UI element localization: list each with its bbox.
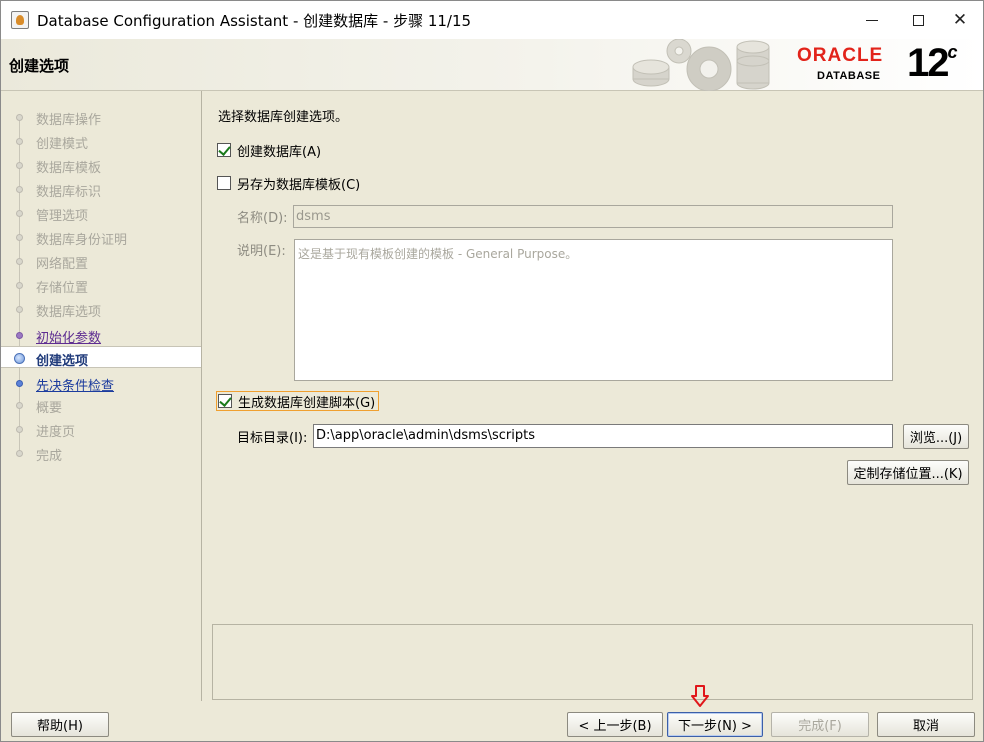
step-item-prereq-checks[interactable]: 先决条件检查 bbox=[1, 372, 201, 394]
step-item: 存储位置 bbox=[1, 274, 201, 296]
step-item: 数据库标识 bbox=[1, 178, 201, 200]
step-dot-icon bbox=[16, 234, 23, 241]
browse-button[interactable]: 浏览...(J) bbox=[903, 424, 969, 449]
step-item: 数据库身份证明 bbox=[1, 226, 201, 248]
step-item: 数据库操作 bbox=[1, 106, 201, 128]
gears-database-icon bbox=[632, 39, 770, 91]
down-arrow-icon bbox=[691, 685, 709, 707]
step-dot-icon bbox=[16, 402, 23, 409]
header-banner: 创建选项 ORACLE DATABASE 12c bbox=[1, 39, 983, 91]
custom-storage-button[interactable]: 定制存储位置...(K) bbox=[847, 460, 969, 485]
step-label: 存储位置 bbox=[36, 281, 89, 296]
create-database-option[interactable]: 创建数据库(A) bbox=[217, 140, 321, 160]
step-item: 管理选项 bbox=[1, 202, 201, 224]
step-label[interactable]: 先决条件检查 bbox=[36, 375, 114, 394]
close-button[interactable]: ✕ bbox=[937, 1, 983, 39]
generate-scripts-label: 生成数据库创建脚本(G) bbox=[238, 395, 376, 411]
step-item: 进度页 bbox=[1, 418, 201, 440]
template-description-field: 这是基于现有模板创建的模板 - General Purpose。 bbox=[294, 239, 893, 381]
version-number: 12 bbox=[907, 41, 949, 85]
step-label: 数据库选项 bbox=[36, 305, 102, 320]
step-item: 完成 bbox=[1, 442, 201, 464]
save-template-option[interactable]: 另存为数据库模板(C) bbox=[217, 173, 360, 193]
step-label: 创建选项 bbox=[36, 354, 89, 369]
step-dot-icon bbox=[16, 380, 23, 387]
save-template-checkbox[interactable] bbox=[217, 176, 231, 190]
step-label: 进度页 bbox=[36, 425, 76, 440]
target-directory-field[interactable]: D:\app\oracle\admin\dsms\scripts bbox=[313, 424, 893, 448]
page-title: 创建选项 bbox=[9, 57, 70, 75]
close-icon: ✕ bbox=[952, 10, 968, 30]
oracle-logo: ORACLE DATABASE bbox=[797, 45, 907, 85]
save-template-label: 另存为数据库模板(C) bbox=[237, 177, 361, 193]
minimize-button[interactable] bbox=[849, 1, 895, 39]
step-dot-icon bbox=[16, 162, 23, 169]
step-dot-icon bbox=[16, 306, 23, 313]
version-suffix: c bbox=[947, 41, 958, 62]
maximize-button[interactable] bbox=[895, 1, 941, 39]
create-database-checkbox[interactable] bbox=[217, 143, 231, 157]
step-label: 完成 bbox=[36, 449, 63, 464]
help-button[interactable]: 帮助(H) bbox=[11, 712, 109, 737]
back-button[interactable]: < 上一步(B) bbox=[567, 712, 663, 737]
step-label: 管理选项 bbox=[36, 209, 89, 224]
create-database-label: 创建数据库(A) bbox=[237, 144, 322, 160]
template-name-field: dsms bbox=[293, 205, 893, 228]
step-dot-icon bbox=[16, 450, 23, 457]
template-description-label: 说明(E): bbox=[237, 244, 286, 259]
footer-bar: 帮助(H) < 上一步(B) 下一步(N) > 完成(F) 取消 bbox=[1, 701, 983, 741]
step-item: 网络配置 bbox=[1, 250, 201, 272]
generate-scripts-checkbox[interactable] bbox=[218, 394, 232, 408]
step-label[interactable]: 初始化参数 bbox=[36, 327, 101, 346]
steps-panel: 数据库操作 创建模式 数据库模板 数据库标识 管理选项 数据库身份证明 网络配置… bbox=[1, 91, 202, 701]
title-bar: Database Configuration Assistant - 创建数据库… bbox=[1, 1, 983, 39]
step-label: 网络配置 bbox=[36, 257, 89, 272]
step-dot-icon bbox=[16, 258, 23, 265]
current-step-icon bbox=[14, 353, 25, 364]
java-cup-icon bbox=[11, 11, 29, 29]
step-item: 数据库选项 bbox=[1, 298, 201, 320]
step-item: 创建模式 bbox=[1, 130, 201, 152]
oracle-database-label: DATABASE bbox=[817, 70, 881, 82]
step-label: 概要 bbox=[36, 401, 63, 416]
maximize-icon bbox=[912, 14, 924, 26]
main-content: 选择数据库创建选项。 创建数据库(A) 另存为数据库模板(C) 名称(D): d… bbox=[203, 91, 983, 701]
step-label: 数据库标识 bbox=[36, 185, 102, 200]
version-logo: 12c bbox=[907, 41, 958, 86]
step-dot-icon bbox=[16, 332, 23, 339]
step-dot-icon bbox=[16, 282, 23, 289]
step-item: 数据库模板 bbox=[1, 154, 201, 176]
step-dot-icon bbox=[16, 114, 23, 121]
message-area bbox=[212, 624, 973, 700]
minimize-icon bbox=[866, 19, 878, 21]
window-title: Database Configuration Assistant - 创建数据库… bbox=[37, 12, 472, 30]
dbca-window: Database Configuration Assistant - 创建数据库… bbox=[0, 0, 984, 742]
step-label: 创建模式 bbox=[36, 137, 89, 152]
step-label: 数据库模板 bbox=[36, 161, 102, 176]
step-item-init-params[interactable]: 初始化参数 bbox=[1, 324, 201, 346]
cancel-button[interactable]: 取消 bbox=[877, 712, 975, 737]
step-item: 概要 bbox=[1, 394, 201, 416]
step-label: 数据库身份证明 bbox=[36, 233, 128, 248]
instruction-text: 选择数据库创建选项。 bbox=[218, 110, 349, 125]
step-dot-icon bbox=[16, 210, 23, 217]
finish-button[interactable]: 完成(F) bbox=[771, 712, 869, 737]
target-directory-label: 目标目录(I): bbox=[237, 431, 308, 446]
step-item-current: 创建选项 bbox=[1, 346, 201, 369]
template-name-label: 名称(D): bbox=[237, 211, 288, 226]
step-label: 数据库操作 bbox=[36, 113, 102, 128]
next-button[interactable]: 下一步(N) > bbox=[667, 712, 763, 737]
generate-scripts-option[interactable]: 生成数据库创建脚本(G) bbox=[216, 391, 380, 411]
step-dot-icon bbox=[16, 138, 23, 145]
step-dot-icon bbox=[16, 426, 23, 433]
oracle-wordmark: ORACLE bbox=[797, 45, 884, 66]
step-dot-icon bbox=[16, 186, 23, 193]
